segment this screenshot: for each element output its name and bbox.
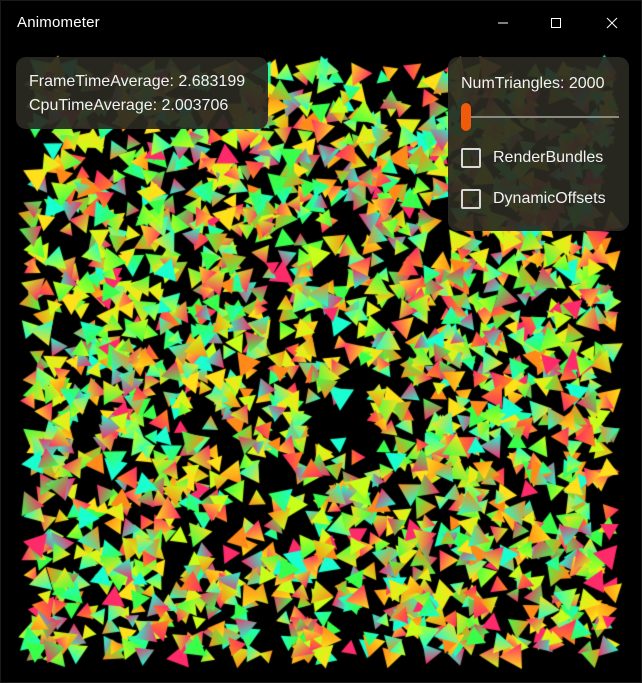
close-icon — [606, 17, 618, 29]
cpu-time-average-text: CpuTimeAverage: 2.003706 — [29, 97, 229, 114]
frame-time-average-text: FrameTimeAverage: 2.683199 — [29, 73, 246, 90]
stats-panel: FrameTimeAverage: 2.683199 CpuTimeAverag… — [16, 57, 268, 129]
num-triangles-slider[interactable] — [461, 103, 619, 131]
dynamic-offsets-checkbox-row[interactable]: DynamicOffsets — [461, 185, 606, 213]
title-bar[interactable]: Animometer — [1, 1, 641, 45]
render-bundles-checkbox-row[interactable]: RenderBundles — [461, 144, 603, 172]
window-title: Animometer — [17, 14, 100, 31]
slider-thumb[interactable] — [461, 103, 471, 131]
dynamic-offsets-label: DynamicOffsets — [493, 190, 606, 207]
dynamic-offsets-checkbox[interactable] — [461, 189, 481, 209]
render-bundles-checkbox[interactable] — [461, 148, 481, 168]
close-button[interactable] — [589, 1, 635, 45]
maximize-button[interactable] — [533, 1, 579, 45]
minimize-icon — [498, 22, 508, 24]
maximize-icon — [551, 18, 561, 28]
settings-panel: NumTriangles: 2000 RenderBundles Dynamic… — [448, 57, 629, 231]
minimize-button[interactable] — [480, 1, 526, 45]
num-triangles-label: NumTriangles: 2000 — [461, 75, 605, 92]
render-bundles-label: RenderBundles — [493, 149, 604, 166]
app-window: Animometer FrameTimeAverage: 2.683199 Cp… — [0, 0, 642, 683]
slider-track[interactable] — [461, 116, 619, 118]
